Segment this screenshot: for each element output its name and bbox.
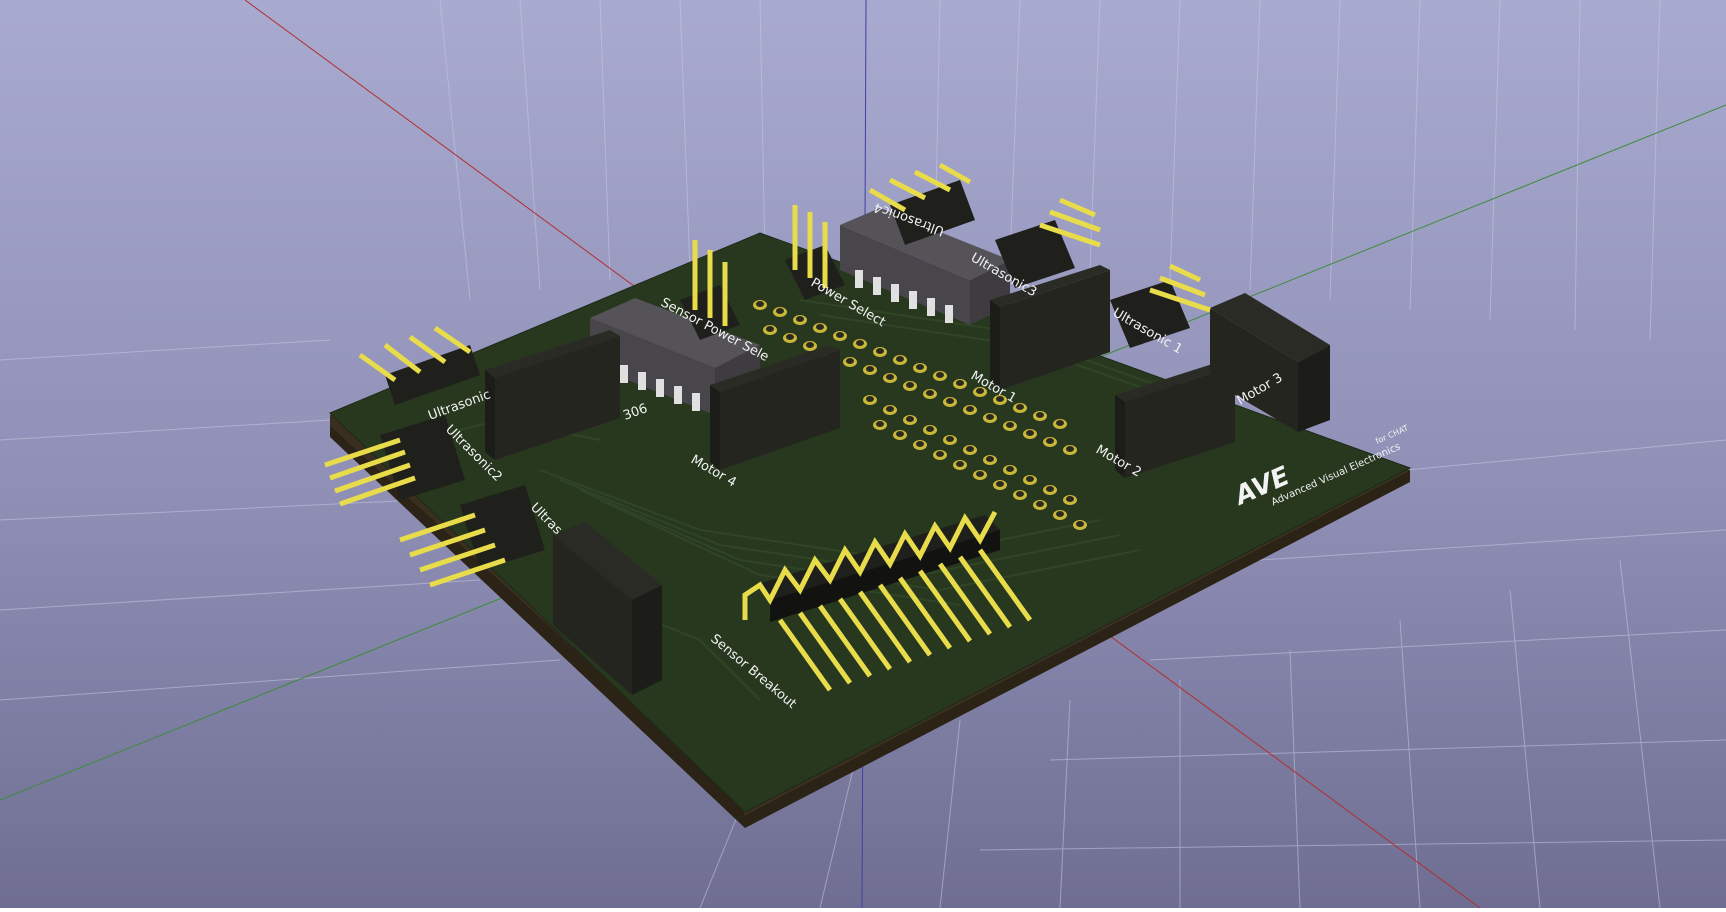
3d-viewer-canvas[interactable]: Sensor Breakout Motor 4 Motor 1 Motor 2 … [0,0,1726,909]
3d-scene[interactable]: Sensor Breakout Motor 4 Motor 1 Motor 2 … [0,0,1726,909]
